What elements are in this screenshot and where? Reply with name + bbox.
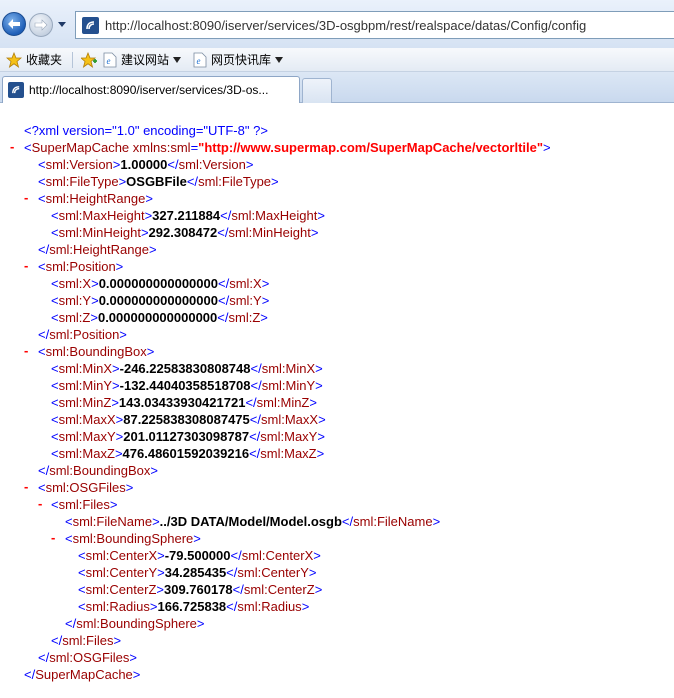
- xml-node-boundingbox-close: </sml:BoundingBox>: [38, 463, 158, 478]
- collapse-toggle-position[interactable]: -: [24, 258, 28, 273]
- xml-root-open: <SuperMapCache xmlns:sml="http://www.sup…: [24, 140, 551, 155]
- tab-title: http://localhost:8090/iserver/services/3…: [29, 83, 269, 97]
- collapse-toggle-heightrange[interactable]: -: [24, 190, 28, 205]
- xml-node-files-open: <sml:Files>: [51, 497, 118, 512]
- xml-node-maxz: <sml:MaxZ>476.48601592039216</sml:MaxZ>: [51, 446, 325, 461]
- collapse-toggle-boundingsphere[interactable]: -: [51, 530, 55, 545]
- chevron-down-icon: [58, 21, 66, 27]
- xml-node-position-open: <sml:Position>: [38, 259, 124, 274]
- xml-node-boundingsphere-open: <sml:BoundingSphere>: [65, 531, 201, 546]
- xml-node-heightrange-open: <sml:HeightRange>: [38, 191, 153, 206]
- ie-page-icon: e: [103, 52, 117, 67]
- svg-text:e: e: [107, 56, 111, 66]
- xml-root-close: </SuperMapCache>: [24, 667, 141, 682]
- tab-strip: http://localhost:8090/iserver/services/3…: [0, 72, 674, 103]
- xml-node-minx: <sml:MinX>-246.22583830808748</sml:MinX>: [51, 361, 323, 376]
- favorites-bar: 收藏夹 e 建议网站 e 网页快讯库: [0, 48, 674, 72]
- collapse-toggle-root[interactable]: -: [10, 139, 14, 154]
- fav-link-label: 网页快讯库: [211, 53, 272, 67]
- xml-node-minheight: <sml:MinHeight>292.308472</sml:MinHeight…: [51, 225, 319, 240]
- collapse-toggle-osgfiles[interactable]: -: [24, 479, 28, 494]
- collapse-toggle-files[interactable]: -: [38, 496, 42, 511]
- xml-node-filename: <sml:FileName>../3D DATA/Model/Model.osg…: [65, 514, 441, 529]
- new-tab-button[interactable]: [302, 78, 332, 103]
- xml-node-x: <sml:X>0.000000000000000</sml:X>: [51, 276, 270, 291]
- xml-node-version: <sml:Version>1.00000</sml:Version>: [38, 157, 254, 172]
- xml-node-minz: <sml:MinZ>143.03433930421721</sml:MinZ>: [51, 395, 317, 410]
- address-bar[interactable]: http://localhost:8090/iserver/services/3…: [75, 11, 674, 39]
- xml-node-boundingsphere-close: </sml:BoundingSphere>: [65, 616, 205, 631]
- forward-arrow-icon: [34, 19, 48, 31]
- xml-node-y: <sml:Y>0.000000000000000</sml:Y>: [51, 293, 270, 308]
- caret-down-icon: [275, 56, 284, 63]
- xml-node-osgfiles-close: </sml:OSGFiles>: [38, 650, 137, 665]
- tab-config[interactable]: http://localhost:8090/iserver/services/3…: [2, 76, 300, 103]
- collapse-toggle-boundingbox[interactable]: -: [24, 343, 28, 358]
- xml-node-centery: <sml:CenterY>34.285435</sml:CenterY>: [78, 565, 317, 580]
- favorites-button[interactable]: 收藏夹: [0, 51, 62, 68]
- fav-link-suggested-sites[interactable]: e 建议网站: [103, 51, 193, 68]
- xml-node-osgfiles-open: <sml:OSGFiles>: [38, 480, 134, 495]
- xml-node-filetype: <sml:FileType>OSGBFile</sml:FileType>: [38, 174, 279, 189]
- site-favicon-icon: [8, 82, 24, 98]
- forward-button[interactable]: [29, 13, 53, 37]
- xml-document-view: <?xml version="1.0" encoding="UTF-8" ?> …: [0, 104, 674, 698]
- favorites-label: 收藏夹: [26, 53, 63, 67]
- star-icon: [6, 51, 22, 68]
- navigation-bar: http://localhost:8090/iserver/services/3…: [0, 0, 674, 48]
- xml-node-maxheight: <sml:MaxHeight>327.211884</sml:MaxHeight…: [51, 208, 325, 223]
- caret-down-icon: [173, 56, 182, 63]
- history-dropdown-button[interactable]: [56, 18, 68, 30]
- xml-node-maxx: <sml:MaxX>87.225838308087475</sml:MaxX>: [51, 412, 326, 427]
- xml-node-maxy: <sml:MaxY>201.01127303098787</sml:MaxY>: [51, 429, 325, 444]
- xml-node-z: <sml:Z>0.000000000000000</sml:Z>: [51, 310, 268, 325]
- xml-node-files-close: </sml:Files>: [51, 633, 122, 648]
- xml-declaration: <?xml version="1.0" encoding="UTF-8" ?>: [24, 123, 268, 138]
- site-favicon-icon: [82, 16, 99, 34]
- xml-node-centerz: <sml:CenterZ>309.760178</sml:CenterZ>: [78, 582, 323, 597]
- xml-node-centerx: <sml:CenterX>-79.500000</sml:CenterX>: [78, 548, 321, 563]
- svg-text:e: e: [197, 56, 201, 66]
- fav-link-web-slice-gallery[interactable]: e 网页快讯库: [193, 51, 295, 68]
- xml-node-position-close: </sml:Position>: [38, 327, 127, 342]
- xml-node-boundingbox-open: <sml:BoundingBox>: [38, 344, 155, 359]
- xml-node-radius: <sml:Radius>166.725838</sml:Radius>: [78, 599, 310, 614]
- xml-node-heightrange-close: </sml:HeightRange>: [38, 242, 157, 257]
- ie-page-icon: e: [193, 52, 207, 67]
- xml-node-miny: <sml:MinY>-132.44040358518708</sml:MinY>: [51, 378, 323, 393]
- fav-link-label: 建议网站: [121, 53, 170, 67]
- back-arrow-icon: [8, 19, 20, 29]
- back-button[interactable]: [2, 12, 26, 36]
- address-url[interactable]: http://localhost:8090/iserver/services/3…: [105, 18, 586, 33]
- toolbar-divider: [72, 51, 74, 68]
- add-favorite-icon[interactable]: [81, 51, 98, 68]
